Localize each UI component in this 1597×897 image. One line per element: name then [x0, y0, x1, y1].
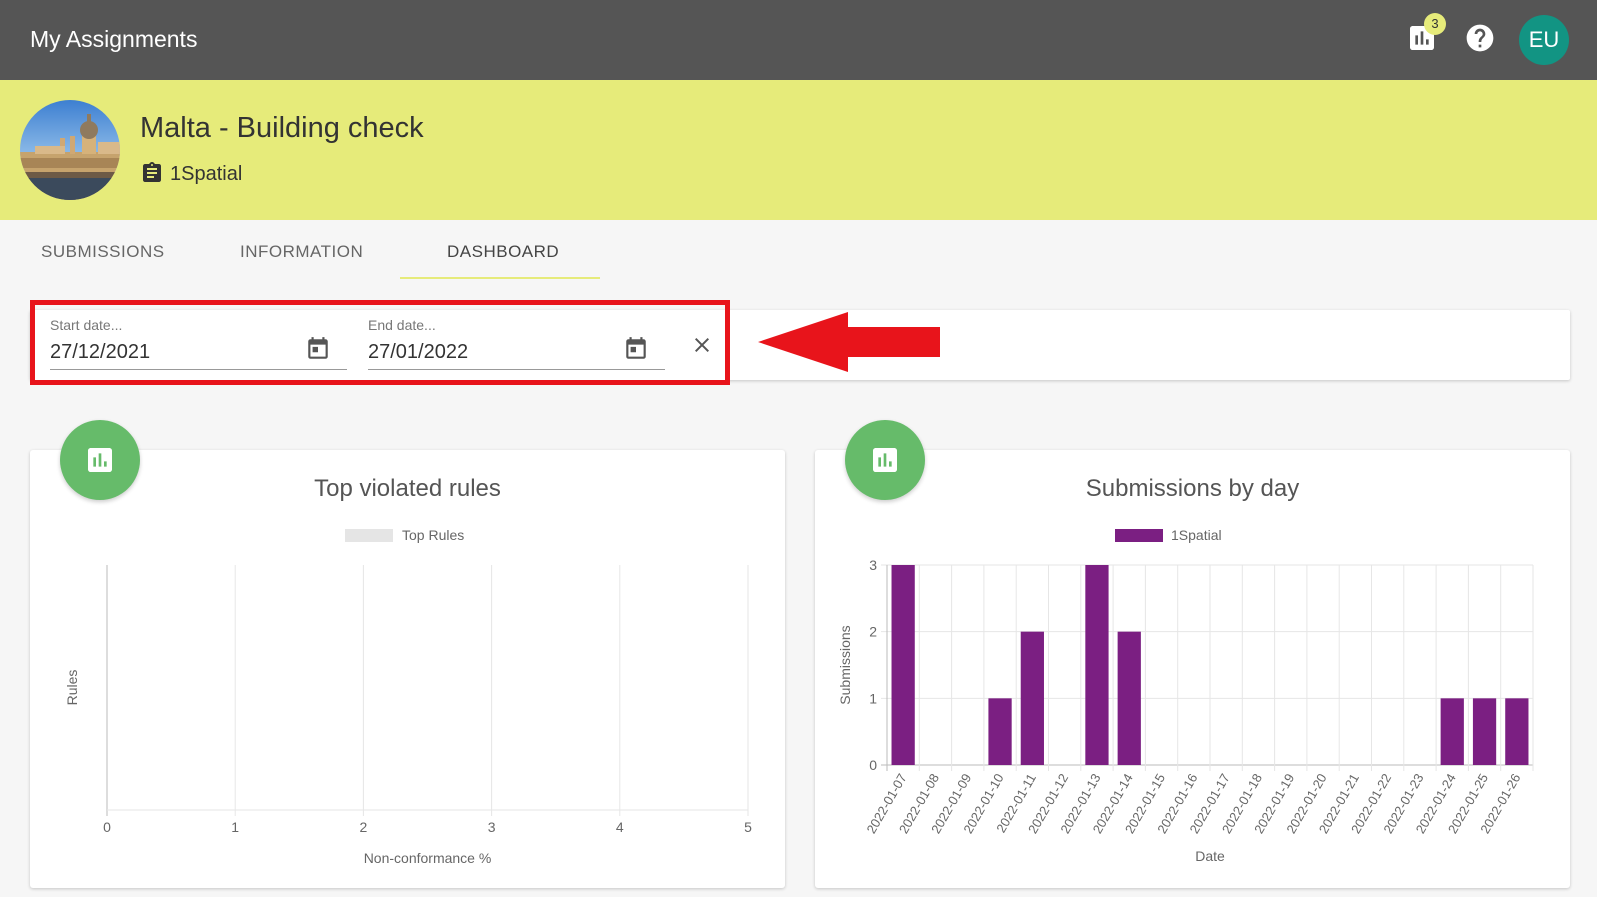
- y-axis-label: Submissions: [837, 625, 853, 704]
- bar: [1440, 698, 1464, 765]
- bar: [1085, 565, 1109, 765]
- x-axis-label: Date: [1195, 848, 1225, 864]
- y-tick-label: 3: [869, 557, 877, 573]
- x-axis-label: Non-conformance %: [364, 850, 492, 866]
- y-tick-label: 2: [869, 624, 877, 640]
- legend-label: 1Spatial: [1171, 527, 1222, 543]
- app-title: My Assignments: [30, 26, 198, 52]
- x-tick-label: 5: [744, 819, 752, 835]
- project-title: Malta - Building check: [140, 112, 424, 144]
- annotation-highlight-box: [30, 300, 730, 385]
- legend-swatch: [1115, 529, 1163, 542]
- project-header: [0, 80, 1597, 220]
- x-tick-label: 1: [231, 819, 239, 835]
- x-tick-label: 2: [360, 819, 368, 835]
- bar: [1505, 698, 1529, 765]
- project-image: [20, 100, 120, 200]
- top-violated-rules-chart: Top Rules 0 1 2 3 4 5 Non-conformance % Rules: [64, 527, 752, 866]
- tab-dashboard[interactable]: DASHBOARD: [447, 242, 559, 262]
- chart-title: Submissions by day: [1085, 475, 1300, 502]
- y-tick-label: 0: [869, 757, 877, 773]
- tab-submissions[interactable]: SUBMISSIONS: [41, 242, 165, 262]
- active-tab-indicator: [400, 277, 600, 279]
- organization-name: 1Spatial: [170, 163, 243, 185]
- clipboard-icon: [140, 161, 164, 185]
- x-tick-label: 0: [103, 819, 111, 835]
- y-axis-label: Rules: [64, 670, 80, 706]
- bar: [988, 698, 1012, 765]
- help-icon[interactable]: [1464, 22, 1496, 54]
- tab-information[interactable]: INFORMATION: [240, 242, 363, 262]
- bar: [1117, 631, 1141, 765]
- bar: [891, 565, 915, 765]
- user-avatar[interactable]: EU: [1519, 15, 1569, 65]
- bar: [1020, 631, 1044, 765]
- submissions-by-day-chart: 1Spatial0123Submissions2022-01-072022-01…: [837, 527, 1534, 864]
- annotation-red-arrow: [758, 312, 940, 372]
- notifications-badge: 3: [1424, 13, 1446, 35]
- chart-title: Top violated rules: [314, 475, 501, 502]
- x-tick-label: 4: [616, 819, 624, 835]
- bar: [1472, 698, 1497, 765]
- legend-swatch: [345, 529, 393, 542]
- y-tick-label: 1: [869, 690, 877, 706]
- app-bar: My Assignments 3 EU: [0, 0, 1597, 80]
- x-tick-label: 3: [488, 819, 496, 835]
- legend-label: Top Rules: [402, 527, 464, 543]
